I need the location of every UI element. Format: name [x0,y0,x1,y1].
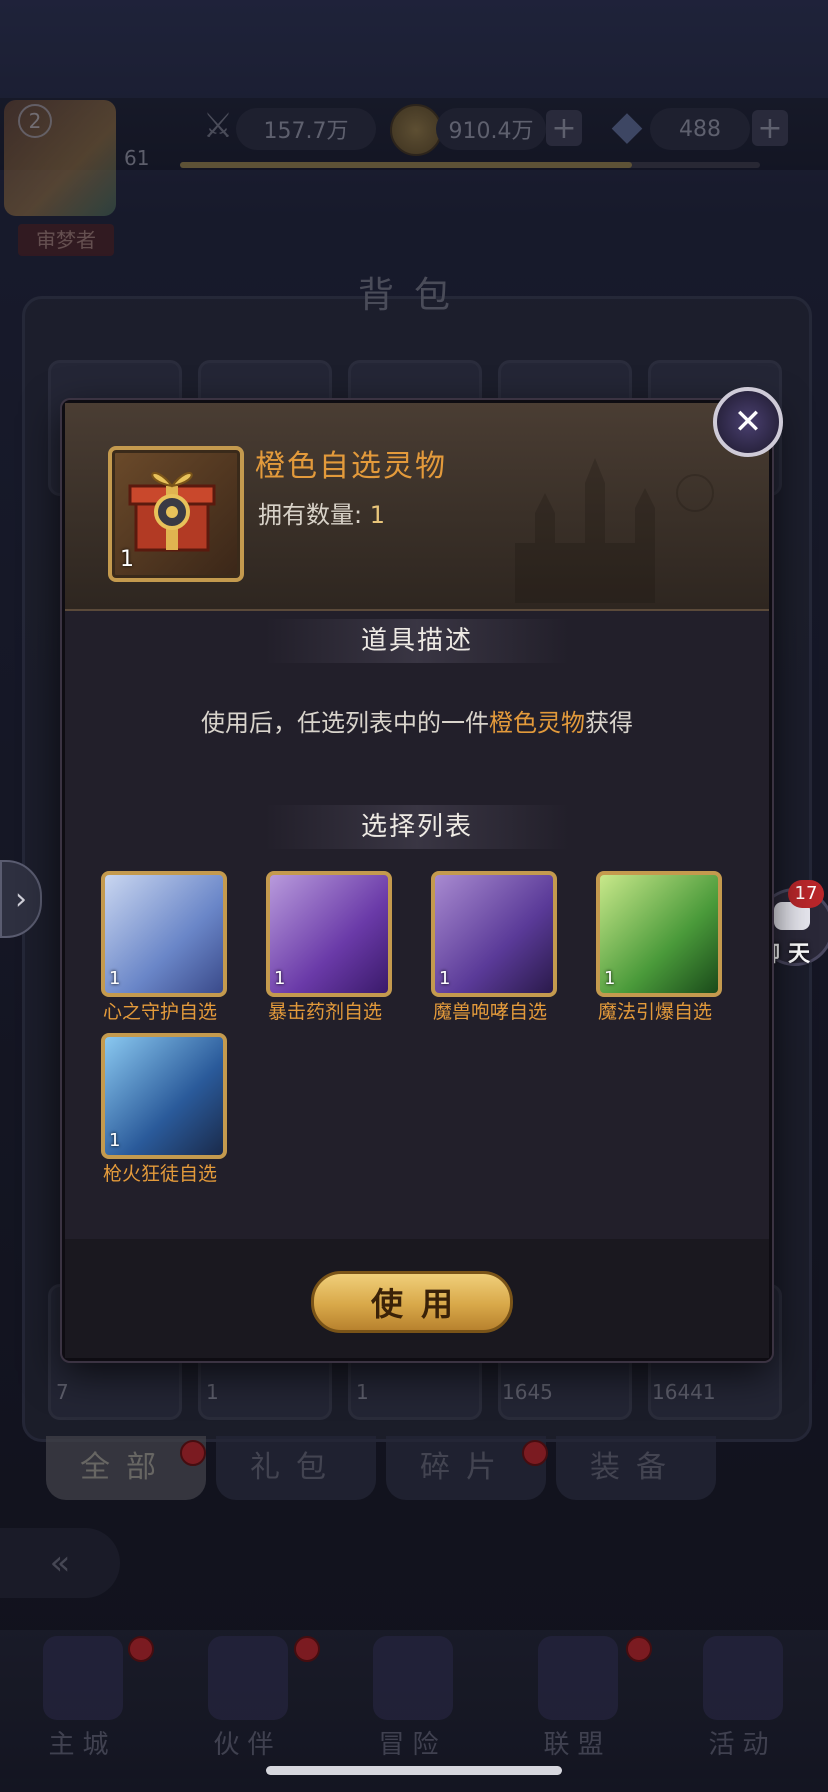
item-name: 橙色自选灵物 [255,449,447,484]
home-indicator[interactable] [266,1766,562,1775]
choice-item[interactable]: 1 [101,871,227,997]
owned-value: 1 [369,501,386,529]
choice-label: 暴击药剂自选 [267,1001,382,1023]
use-button[interactable]: 使用 [311,1271,513,1333]
owned-label: 拥有数量: [258,501,363,529]
choice-item[interactable]: 1 [266,871,392,997]
castle-silhouette-icon [515,458,714,603]
choice-label: 枪火狂徒自选 [102,1163,217,1185]
choice-item[interactable]: 1 [101,1033,227,1159]
close-button[interactable]: ✕ [713,387,783,457]
choice-label: 魔兽咆哮自选 [432,1001,547,1023]
choice-count: 1 [109,968,121,989]
choice-label: 心之守护自选 [102,1001,217,1023]
description-section-title: 道具描述 [360,626,473,656]
item-description: 使用后，任选列表中的一件橙色灵物获得 [65,703,769,738]
modal-header: 1 橙色自选灵物 拥有数量: 1 [65,403,769,611]
choice-item[interactable]: 1 [431,871,557,997]
choice-item[interactable]: 1 [596,871,722,997]
choice-section-title: 选择列表 [360,812,473,842]
item-detail-modal: 1 橙色自选灵物 拥有数量: 1 ✕ 道具描述 使用后，任选列表中的一件橙色灵物… [62,387,783,1361]
owned-quantity: 拥有数量: 1 [258,495,385,530]
choice-count: 1 [274,968,286,989]
choice-count: 1 [109,1130,121,1151]
chat-unread-badge: 17 [788,880,824,908]
gift-box-icon: 1 [108,446,244,582]
description-text-end: 获得 [585,709,633,737]
description-text: 使用后，任选列表中的一件 [201,709,489,737]
choice-count: 1 [439,968,451,989]
close-icon: ✕ [733,402,763,442]
description-highlight: 橙色灵物 [489,709,585,737]
choice-label: 魔法引爆自选 [597,1001,712,1023]
item-count: 1 [120,547,134,572]
choice-count: 1 [604,968,616,989]
